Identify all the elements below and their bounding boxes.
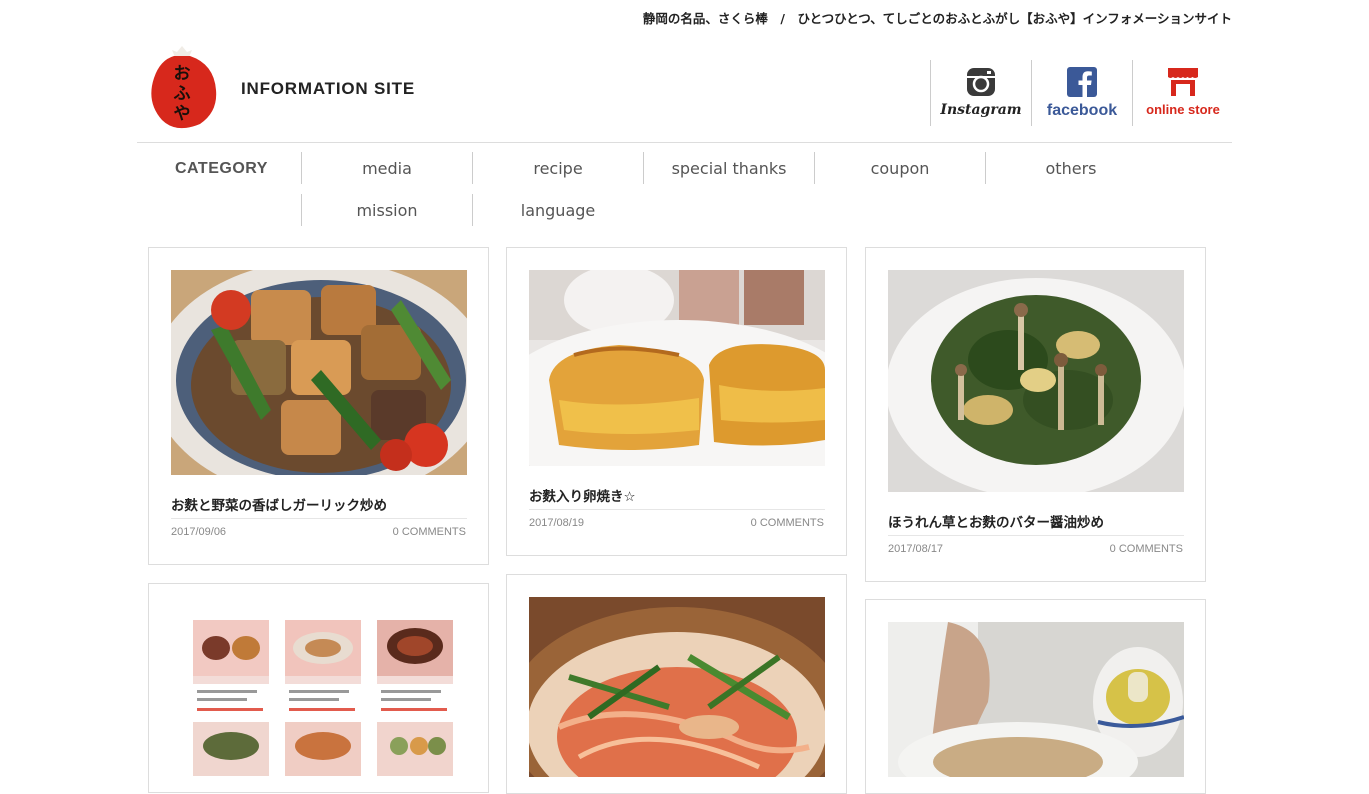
nav-item-mission[interactable]: mission bbox=[301, 194, 472, 226]
post-thumbnail[interactable] bbox=[171, 606, 467, 776]
post-card[interactable] bbox=[865, 599, 1206, 794]
nav-item-recipe[interactable]: recipe bbox=[472, 152, 643, 184]
post-comments[interactable]: 0 COMMENTS bbox=[1110, 543, 1183, 555]
post-card[interactable]: ほうれん草とお麩のバター醤油炒め 2017/08/17 0 COMMENTS bbox=[865, 247, 1206, 582]
facebook-label: facebook bbox=[1046, 102, 1118, 119]
post-card[interactable] bbox=[148, 583, 489, 793]
store-label: online store bbox=[1146, 102, 1220, 117]
instagram-label: Instagram bbox=[940, 102, 1022, 118]
post-divider bbox=[529, 509, 825, 510]
svg-text:や: や bbox=[174, 104, 191, 124]
post-card[interactable] bbox=[506, 574, 847, 794]
nav-item-special-thanks[interactable]: special thanks bbox=[643, 152, 814, 184]
header-divider bbox=[137, 142, 1232, 143]
post-card[interactable]: お麩入り卵焼き☆ 2017/08/19 0 COMMENTS bbox=[506, 247, 847, 556]
instagram-link[interactable]: Instagram bbox=[930, 60, 1031, 126]
post-comments[interactable]: 0 COMMENTS bbox=[751, 517, 824, 529]
post-title[interactable]: お麩と野菜の香ばしガーリック炒め bbox=[171, 494, 387, 514]
post-comments[interactable]: 0 COMMENTS bbox=[393, 526, 466, 538]
svg-text:お: お bbox=[174, 64, 191, 84]
post-thumbnail[interactable] bbox=[888, 622, 1184, 777]
post-thumbnail[interactable] bbox=[171, 270, 467, 475]
site-logo[interactable]: お ふ や bbox=[146, 44, 218, 132]
post-thumbnail[interactable] bbox=[888, 270, 1184, 492]
site-tagline: 静岡の名品、さくら棒 / ひとつひとつ、てしごとのおふとふがし【おふや】インフォ… bbox=[642, 11, 1232, 26]
post-title[interactable]: お麩入り卵焼き☆ bbox=[529, 485, 636, 505]
facebook-link[interactable]: facebook bbox=[1031, 60, 1132, 126]
post-divider bbox=[171, 518, 467, 519]
post-thumbnail[interactable] bbox=[529, 597, 825, 777]
post-divider bbox=[888, 535, 1184, 536]
facebook-icon bbox=[1067, 66, 1097, 98]
post-card[interactable]: お麩と野菜の香ばしガーリック炒め 2017/09/06 0 COMMENTS bbox=[148, 247, 489, 565]
category-label: CATEGORY bbox=[175, 160, 268, 177]
nav-item-others[interactable]: others bbox=[985, 152, 1156, 184]
post-date: 2017/08/19 bbox=[529, 517, 585, 529]
instagram-icon bbox=[966, 66, 996, 98]
site-title: INFORMATION SITE bbox=[241, 79, 415, 98]
online-store-link[interactable]: online store bbox=[1132, 60, 1233, 126]
store-icon bbox=[1167, 66, 1199, 98]
post-title[interactable]: ほうれん草とお麩のバター醤油炒め bbox=[888, 511, 1104, 531]
nav-item-media[interactable]: media bbox=[301, 152, 472, 184]
nav-item-coupon[interactable]: coupon bbox=[814, 152, 985, 184]
post-date: 2017/09/06 bbox=[171, 526, 227, 538]
post-date: 2017/08/17 bbox=[888, 543, 944, 555]
post-thumbnail[interactable] bbox=[529, 270, 825, 466]
svg-text:ふ: ふ bbox=[174, 84, 191, 104]
nav-item-language[interactable]: language bbox=[472, 194, 643, 226]
